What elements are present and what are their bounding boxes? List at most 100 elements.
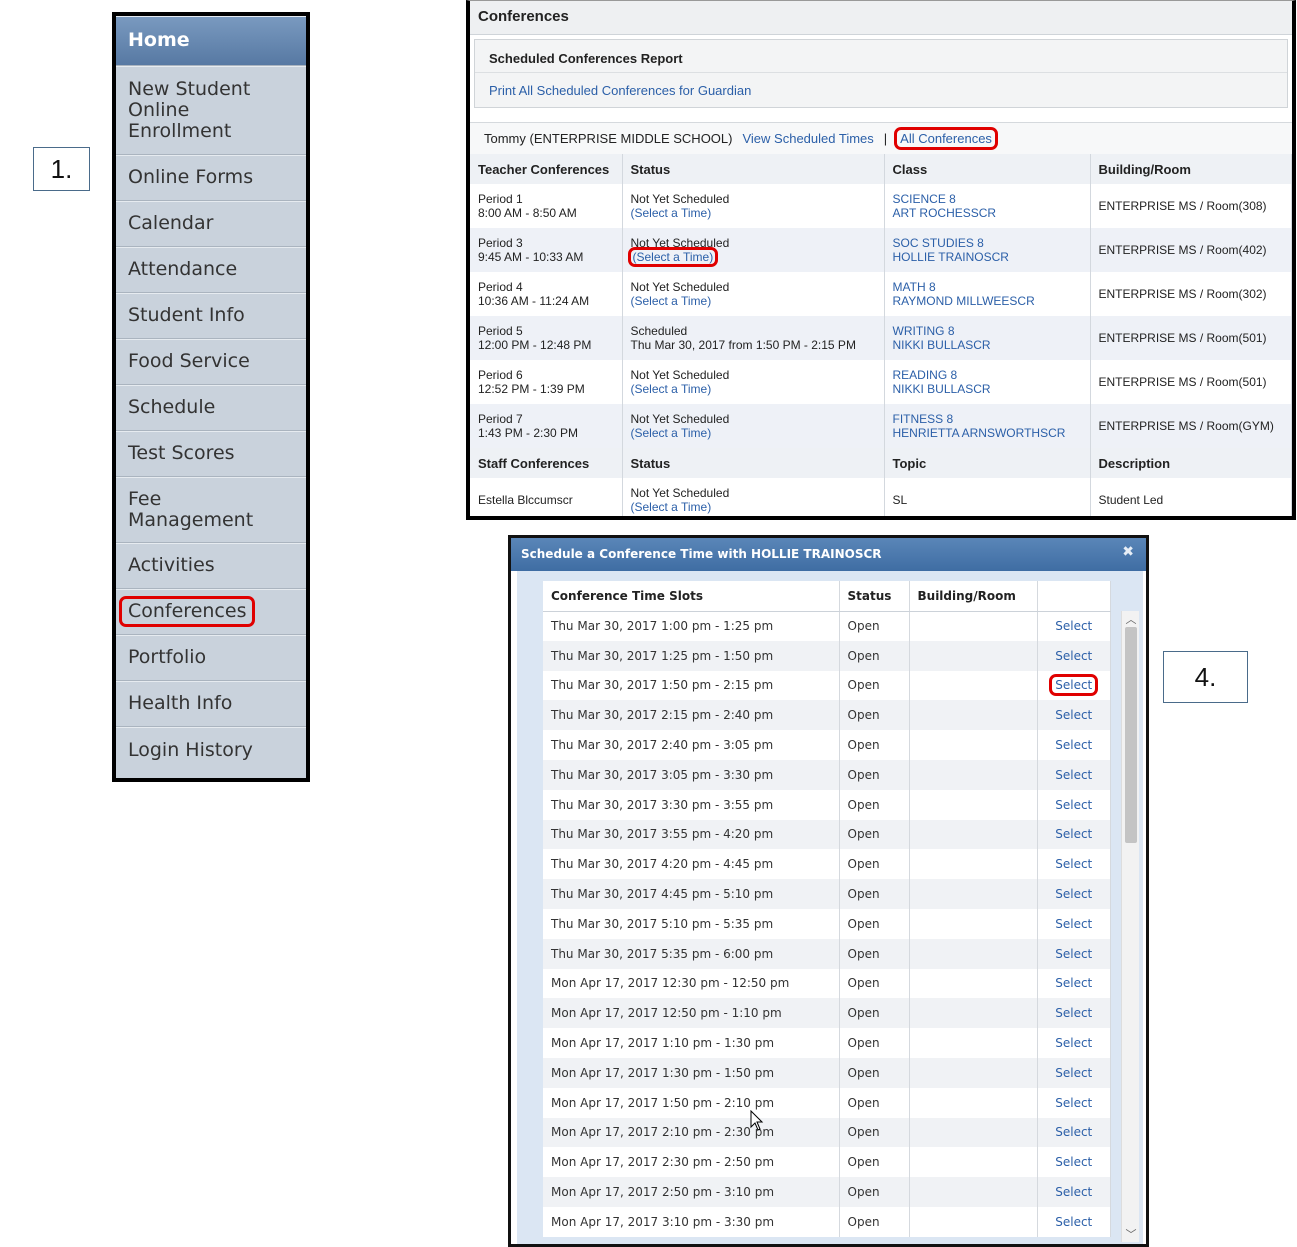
column-header: Teacher Conferences (470, 154, 623, 184)
sidebar-item-health-info[interactable]: Health Info (116, 681, 306, 727)
print-conferences-link[interactable]: Print All Scheduled Conferences for Guar… (475, 73, 1287, 107)
select-slot-button[interactable]: Select (1055, 1185, 1092, 1199)
teacher-link[interactable]: HENRIETTA ARNSWORTHSCR (893, 426, 1082, 440)
sidebar-item-new-student-online-enrollment[interactable]: New Student Online Enrollment (116, 66, 306, 155)
select-slot-button[interactable]: Select (1055, 798, 1092, 812)
select-time-link[interactable]: (Select a Time) (631, 500, 876, 514)
sidebar-item-label: Calendar (128, 212, 214, 234)
close-icon[interactable]: ✖ (1122, 544, 1134, 560)
select-slot-button[interactable]: Select (1055, 1215, 1092, 1229)
sidebar-item-online-forms[interactable]: Online Forms (116, 155, 306, 201)
slot-room (909, 1147, 1038, 1178)
sidebar-item-label: Login History (128, 738, 253, 761)
sidebar-item-test-scores[interactable]: Test Scores (116, 431, 306, 477)
table-row: Period 6 12:52 PM - 1:39 PM Not Yet Schedu… (470, 360, 1292, 404)
slot-action-cell: Select (1037, 640, 1111, 671)
sidebar-item-label: Schedule (128, 396, 216, 418)
all-conferences-link[interactable]: All Conferences (894, 127, 998, 150)
sidebar-item-calendar[interactable]: Calendar (116, 201, 306, 247)
table-row: Period 1 8:00 AM - 8:50 AM Not Yet Schedul… (470, 184, 1292, 228)
select-time-link[interactable]: (Select a Time) (631, 382, 712, 396)
class-link[interactable]: SCIENCE 8 (893, 192, 1082, 206)
select-slot-button[interactable]: Select (1055, 947, 1092, 961)
slot-status: Open (839, 611, 910, 641)
select-slot-button[interactable]: Select (1055, 1036, 1092, 1050)
slot-status: Open (839, 1057, 910, 1088)
sidebar-item-fee-management[interactable]: Fee Management (116, 477, 306, 543)
select-slot-button[interactable]: Select (1055, 619, 1092, 633)
teacher-link[interactable]: HOLLIE TRAINOSCR (893, 250, 1082, 264)
select-slot-button[interactable]: Select (1049, 674, 1099, 697)
slot-action-cell: Select (1037, 1117, 1111, 1148)
select-slot-button[interactable]: Select (1055, 708, 1092, 722)
sidebar-item-student-info[interactable]: Student Info (116, 293, 306, 339)
select-time-link[interactable]: (Select a Time) (631, 294, 712, 308)
slot-time: Mon Apr 17, 2017 2:30 pm - 2:50 pm (543, 1147, 840, 1178)
class-link[interactable]: SOC STUDIES 8 (893, 236, 1082, 250)
sidebar-item-activities[interactable]: Activities (116, 543, 306, 589)
select-slot-button[interactable]: Select (1055, 1096, 1092, 1110)
sidebar-item-label: Attendance (128, 258, 238, 280)
slot-room (909, 938, 1038, 969)
sidebar-item-attendance[interactable]: Attendance (116, 247, 306, 293)
select-slot-button[interactable]: Select (1055, 649, 1092, 663)
class-link[interactable]: READING 8 (893, 368, 1082, 382)
slot-status: Open (839, 819, 910, 850)
slot-time: Mon Apr 17, 2017 3:10 pm - 3:30 pm (543, 1206, 840, 1237)
dialog-scrollbar[interactable]: ︿ ﹀ (1121, 611, 1139, 1242)
period-label: Period 5 (478, 324, 523, 338)
chevron-down-icon[interactable]: ﹀ (1122, 1226, 1140, 1242)
select-slot-button[interactable]: Select (1055, 917, 1092, 931)
select-time-link[interactable]: (Select a Time) (627, 247, 719, 267)
teacher-link[interactable]: ART ROCHESSCR (893, 206, 1082, 220)
slot-room (909, 849, 1038, 880)
sidebar-item-food-service[interactable]: Food Service (116, 339, 306, 385)
scrollbar-thumb[interactable] (1125, 627, 1137, 843)
select-slot-button[interactable]: Select (1055, 827, 1092, 841)
select-slot-button[interactable]: Select (1055, 1125, 1092, 1139)
select-slot-button[interactable]: Select (1055, 1006, 1092, 1020)
table-row: Thu Mar 30, 2017 4:45 pm - 5:10 pm Open Se… (543, 879, 1111, 909)
slot-time: Thu Mar 30, 2017 2:40 pm - 3:05 pm (543, 730, 840, 760)
period-label: Period 1 (478, 192, 523, 206)
chevron-up-icon[interactable]: ︿ (1122, 611, 1140, 627)
teacher-link[interactable]: NIKKI BULLASCR (893, 382, 1082, 396)
sidebar-item-schedule[interactable]: Schedule (116, 385, 306, 431)
room-cell: ENTERPRISE MS / Room(308) (1090, 184, 1292, 228)
select-time-link[interactable]: (Select a Time) (631, 206, 712, 220)
column-header: Status (839, 581, 910, 612)
teacher-link[interactable]: NIKKI BULLASCR (893, 338, 1082, 352)
sidebar-item-login-history[interactable]: Login History (116, 727, 306, 773)
select-slot-button[interactable]: Select (1055, 768, 1092, 782)
slot-time: Mon Apr 17, 2017 1:30 pm - 1:50 pm (543, 1057, 840, 1088)
status-cell: Not Yet Scheduled (Select a Time) (622, 184, 885, 228)
class-link[interactable]: MATH 8 (893, 280, 1082, 294)
class-link[interactable]: FITNESS 8 (893, 412, 1082, 426)
sidebar-item-conferences[interactable]: Conferences (116, 589, 306, 635)
view-scheduled-times-link[interactable]: View Scheduled Times (742, 131, 873, 146)
slot-action-cell: Select (1037, 1087, 1111, 1118)
slot-time: Thu Mar 30, 2017 4:20 pm - 4:45 pm (543, 849, 840, 880)
slot-status: Open (839, 998, 910, 1029)
status-text: Not Yet Scheduled (630, 368, 730, 382)
select-slot-button[interactable]: Select (1055, 1155, 1092, 1169)
teacher-link[interactable]: RAYMOND MILLWEESCR (893, 294, 1082, 308)
sidebar-item-home[interactable]: Home (116, 16, 306, 66)
select-slot-button[interactable]: Select (1055, 976, 1092, 990)
sidebar-item-label: Fee Management (128, 487, 254, 531)
sidebar-item-portfolio[interactable]: Portfolio (116, 635, 306, 681)
period-time: 12:52 PM - 1:39 PM (478, 382, 585, 396)
class-link[interactable]: WRITING 8 (893, 324, 1082, 338)
table-row: Mon Apr 17, 2017 12:30 pm - 12:50 pm Open… (543, 968, 1111, 999)
period-cell: Period 3 9:45 AM - 10:33 AM (470, 228, 623, 272)
select-slot-button[interactable]: Select (1055, 887, 1092, 901)
select-time-link[interactable]: (Select a Time) (631, 426, 712, 440)
select-slot-button[interactable]: Select (1055, 1066, 1092, 1080)
status-text: Scheduled (630, 324, 688, 338)
select-slot-button[interactable]: Select (1055, 857, 1092, 871)
slot-time: Mon Apr 17, 2017 1:50 pm - 2:10 pm (543, 1087, 840, 1118)
slot-room (909, 611, 1038, 641)
slot-time: Thu Mar 30, 2017 1:00 pm - 1:25 pm (543, 611, 840, 641)
select-slot-button[interactable]: Select (1055, 738, 1092, 752)
slot-action-cell: Select (1037, 1206, 1111, 1237)
